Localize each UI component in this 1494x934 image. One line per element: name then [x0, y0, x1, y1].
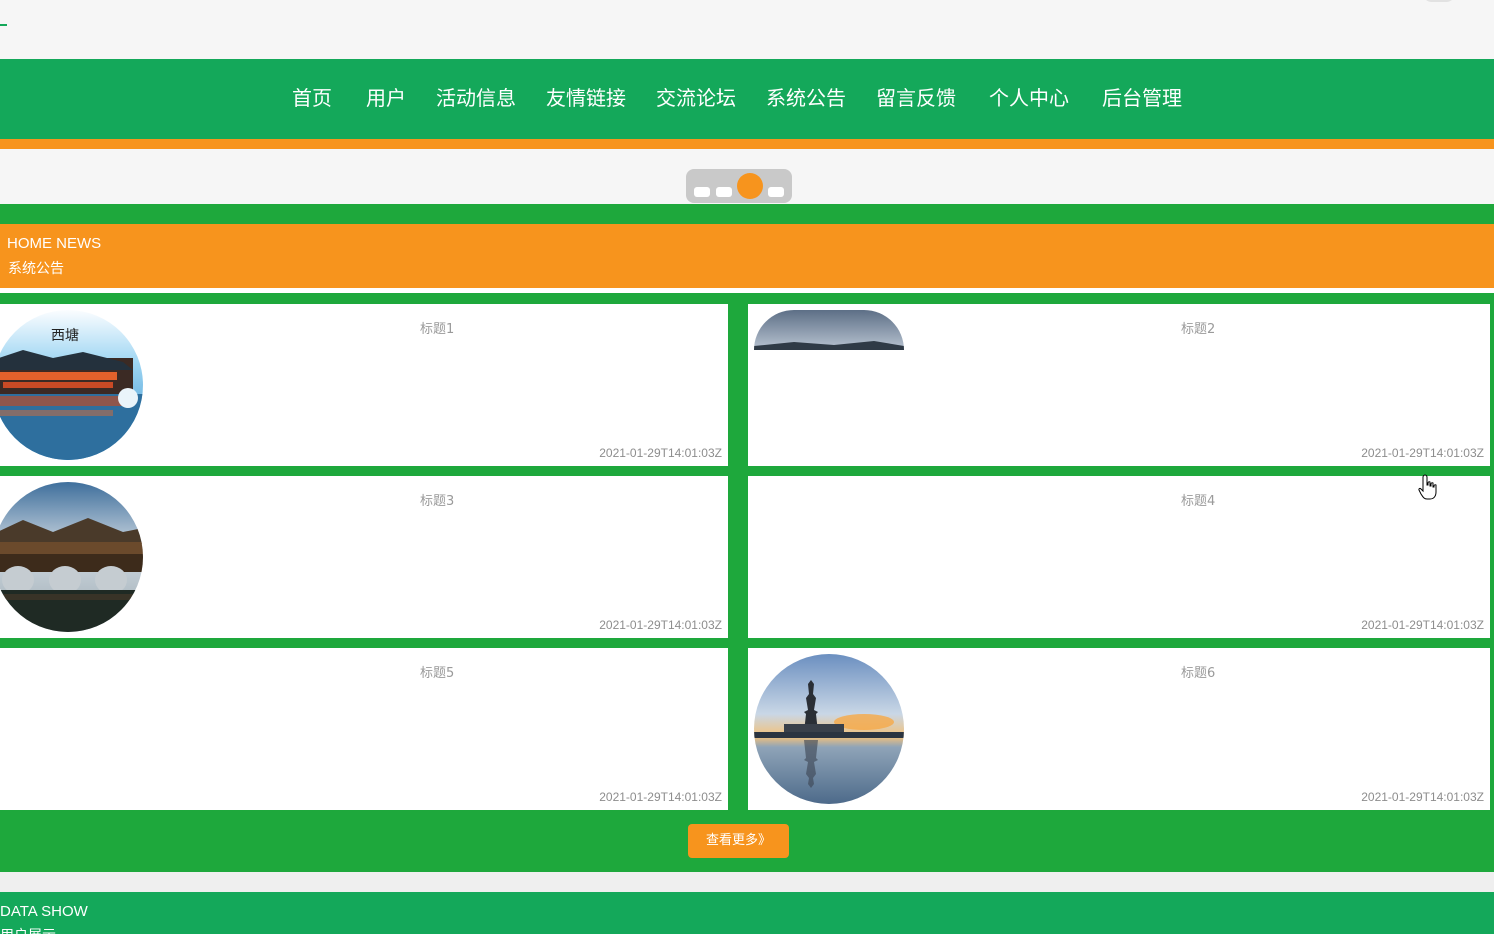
- news-card-title: 标题2: [1181, 322, 1216, 337]
- news-card-title: 标题1: [420, 322, 455, 337]
- divider: [0, 288, 1494, 293]
- news-card-title: 标题5: [420, 666, 455, 681]
- news-card-5[interactable]: 标题5 2021-01-29T14:01:03Z: [0, 648, 728, 810]
- news-card-time: 2021-01-29T14:01:03Z: [1361, 446, 1484, 460]
- nav-item-links[interactable]: 友情链接: [546, 83, 626, 113]
- main-nav: 首页 用户 活动信息 友情链接 交流论坛 系统公告 留言反馈 个人中心 后台管理: [0, 59, 1494, 139]
- svg-text:西塘: 西塘: [51, 328, 79, 344]
- nav-item-home[interactable]: 首页: [292, 83, 332, 113]
- news-card-time: 2021-01-29T14:01:03Z: [1361, 790, 1484, 804]
- news-heading-cn: 系统公告: [8, 261, 64, 277]
- nav-item-activities[interactable]: 活动信息: [436, 83, 516, 113]
- carousel-dot-3[interactable]: [737, 173, 763, 199]
- news-card-title: 标题6: [1181, 666, 1216, 681]
- news-section: HOME NEWS 系统公告 西塘 标题1 2021-01-29T14:01:0…: [0, 204, 1494, 872]
- carousel-dot-1[interactable]: [694, 187, 710, 197]
- carousel-indicators: [686, 169, 792, 203]
- carousel-dot-4[interactable]: [768, 187, 784, 197]
- nav-item-admin[interactable]: 后台管理: [1102, 83, 1182, 113]
- news-card-time: 2021-01-29T14:01:03Z: [599, 790, 722, 804]
- news-card-1[interactable]: 西塘 标题1 2021-01-29T14:01:03Z: [0, 304, 728, 466]
- news-image-pagoda: [754, 654, 904, 804]
- news-card-time: 2021-01-29T14:01:03Z: [599, 618, 722, 632]
- section-gap: [0, 872, 1494, 892]
- news-header: HOME NEWS 系统公告: [0, 224, 1494, 288]
- top-bar: [0, 0, 1494, 59]
- news-heading-en: HOME NEWS: [7, 235, 102, 252]
- view-more-button[interactable]: 查看更多》: [688, 824, 789, 858]
- nav-item-feedback[interactable]: 留言反馈: [876, 83, 956, 113]
- data-show-heading-en: DATA SHOW: [0, 903, 88, 920]
- nav-item-profile[interactable]: 个人中心: [989, 83, 1069, 113]
- news-card-title: 标题4: [1181, 494, 1216, 509]
- news-card-time: 2021-01-29T14:01:03Z: [599, 446, 722, 460]
- news-card-3[interactable]: 标题3 2021-01-29T14:01:03Z: [0, 476, 728, 638]
- logo-mark: [0, 24, 7, 26]
- data-show-section: DATA SHOW 用户展示: [0, 892, 1494, 934]
- nav-item-forum[interactable]: 交流论坛: [656, 83, 736, 113]
- nav-item-users[interactable]: 用户: [366, 83, 406, 113]
- avatar[interactable]: [1422, 0, 1456, 2]
- news-card-6[interactable]: 标题6 2021-01-29T14:01:03Z: [748, 648, 1490, 810]
- news-image-covered-bridge: [0, 482, 143, 632]
- carousel-dot-2[interactable]: [716, 187, 732, 197]
- hand-cursor-icon: [1418, 474, 1437, 500]
- news-image-water-town: 西塘: [0, 310, 143, 460]
- news-card-time: 2021-01-29T14:01:03Z: [1361, 618, 1484, 632]
- news-image-partial: [754, 310, 904, 350]
- news-card-4[interactable]: 标题4 2021-01-29T14:01:03Z: [748, 476, 1490, 638]
- data-show-heading-cn: 用户展示: [0, 925, 56, 934]
- news-card-2[interactable]: 标题2 2021-01-29T14:01:03Z: [748, 304, 1490, 466]
- banner-carousel: [0, 149, 1494, 204]
- news-card-title: 标题3: [420, 494, 455, 509]
- nav-item-announcements[interactable]: 系统公告: [766, 83, 846, 113]
- nav-accent-stripe: [0, 139, 1494, 149]
